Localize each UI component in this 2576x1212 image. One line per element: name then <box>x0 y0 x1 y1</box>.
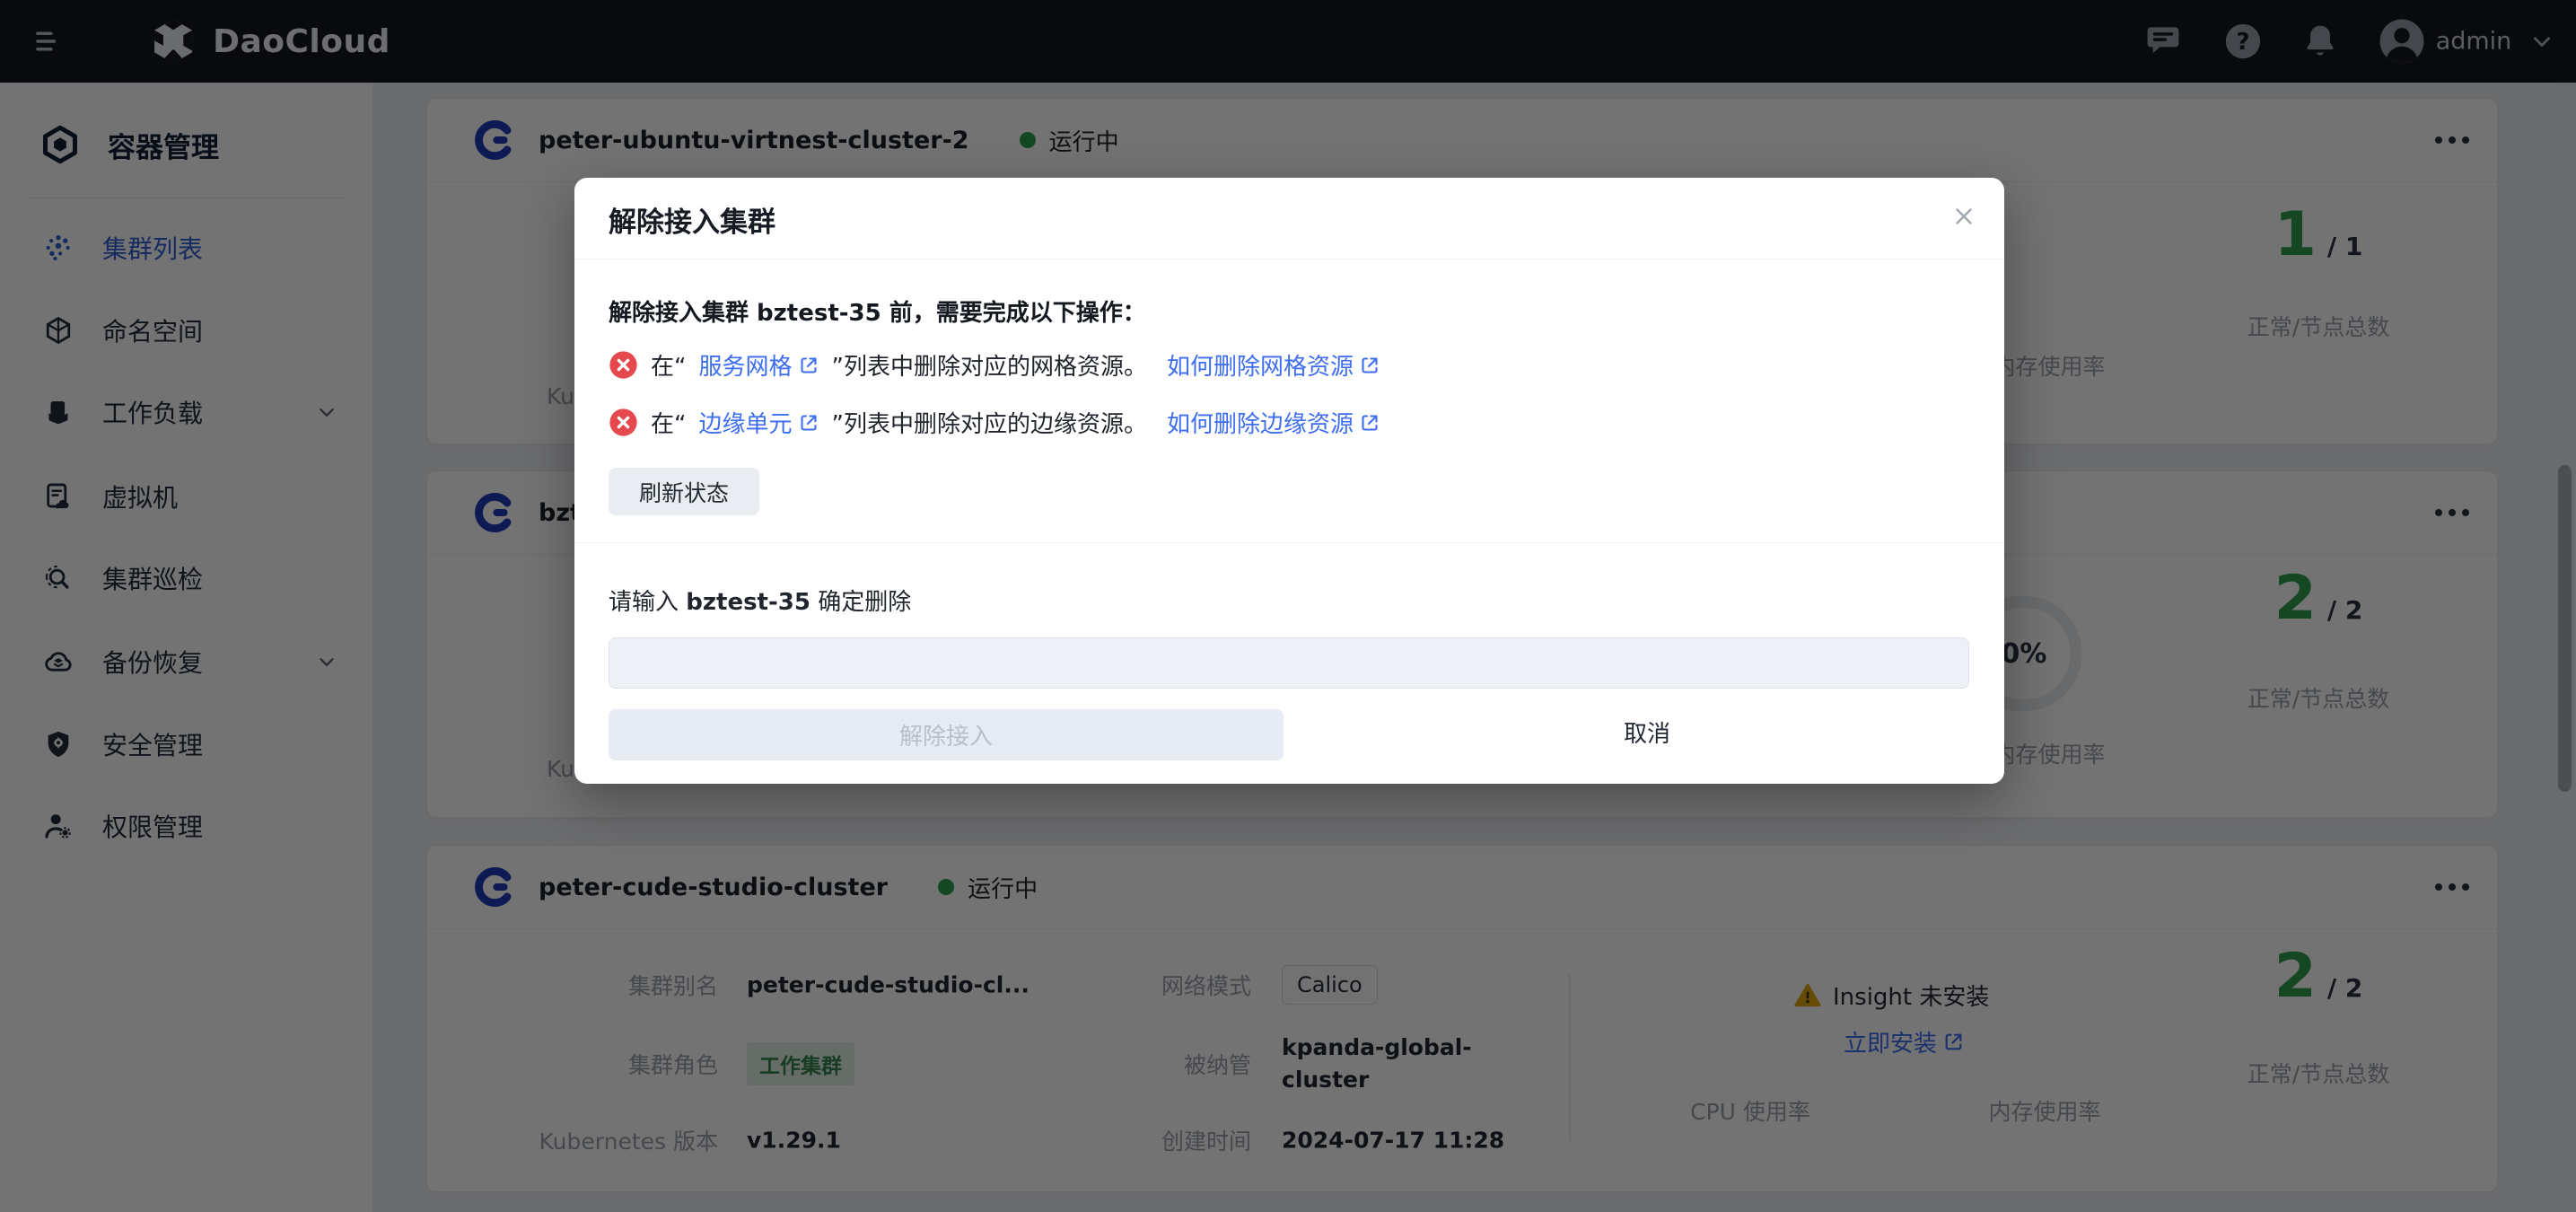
disconnect-cluster-modal: 解除接入集群 解除接入集群 bztest-35 前，需要完成以下操作： 在“ 服务… <box>574 178 2004 784</box>
how-to-delete-edge-link[interactable]: 如何删除边缘资源 <box>1167 406 1380 439</box>
confirm-prompt: 请输入 bztest-35 确定删除 <box>609 584 911 617</box>
modal-title: 解除接入集群 <box>609 199 775 240</box>
doc-link-label: 如何删除网格资源 <box>1167 348 1354 382</box>
precondition-item: 在“ 服务网格 ”列表中删除对应的网格资源。如何删除网格资源 <box>609 348 1380 382</box>
external-link-icon <box>798 412 819 434</box>
service-mesh-link[interactable]: 服务网格 <box>698 348 819 382</box>
confirm-prompt-pre: 请输入 <box>609 589 686 616</box>
item-text-mid: ”列表中删除对应的网格资源。 <box>832 348 1147 382</box>
cancel-button[interactable]: 取消 <box>1597 709 1697 760</box>
item-text-pre: 在“ <box>651 406 686 439</box>
close-icon[interactable] <box>1947 199 1981 233</box>
modal-intro-text: 解除接入集群 bztest-35 前，需要完成以下操作： <box>609 294 1146 328</box>
disconnect-submit-button[interactable]: 解除接入 <box>609 709 1284 760</box>
external-link-icon <box>1359 412 1380 434</box>
external-link-icon <box>1359 355 1380 376</box>
error-icon <box>609 350 638 380</box>
refresh-status-button[interactable]: 刷新状态 <box>609 468 759 515</box>
app-window: DaoCloud ? admin 容器管理 <box>0 0 2576 1212</box>
edge-unit-link[interactable]: 边缘单元 <box>698 406 819 439</box>
confirm-input[interactable] <box>609 637 1969 689</box>
error-icon <box>609 408 638 437</box>
precondition-item: 在“ 边缘单元 ”列表中删除对应的边缘资源。如何删除边缘资源 <box>609 406 1380 439</box>
service-mesh-label: 服务网格 <box>698 348 792 382</box>
modal-section-divider <box>574 542 2004 543</box>
edge-unit-label: 边缘单元 <box>698 406 792 439</box>
item-text-mid: ”列表中删除对应的边缘资源。 <box>832 406 1147 439</box>
external-link-icon <box>798 355 819 376</box>
doc-link-label: 如何删除边缘资源 <box>1167 406 1354 439</box>
confirm-prompt-post: 确定删除 <box>810 589 911 616</box>
confirm-cluster-name: bztest-35 <box>686 589 810 616</box>
how-to-delete-mesh-link[interactable]: 如何删除网格资源 <box>1167 348 1380 382</box>
item-text-pre: 在“ <box>651 348 686 382</box>
